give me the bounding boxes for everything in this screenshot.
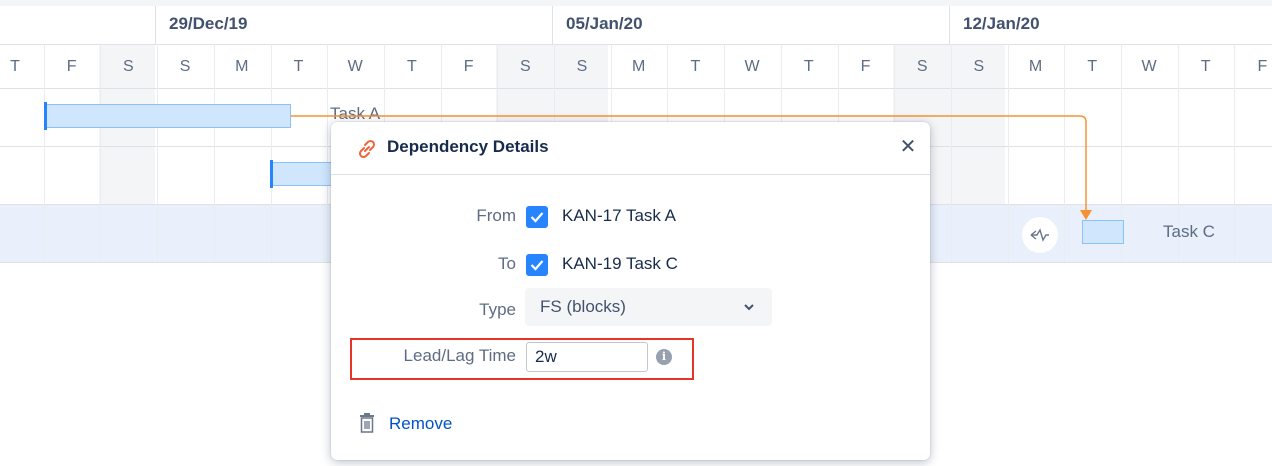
type-select-value: FS (blocks) xyxy=(540,297,626,316)
to-task: KAN-19 Task C xyxy=(562,254,678,273)
dependency-handle-icon[interactable] xyxy=(1022,217,1058,253)
lag-time-input[interactable] xyxy=(526,342,648,372)
from-label: From xyxy=(476,206,516,225)
lag-label: Lead/Lag Time xyxy=(403,346,516,365)
link-icon xyxy=(358,139,376,159)
check-icon xyxy=(530,212,544,223)
from-task: KAN-17 Task A xyxy=(562,206,677,225)
to-label: To xyxy=(498,254,516,273)
dependency-details-dialog: Dependency Details ✕ From KAN-17 Task A … xyxy=(331,122,930,460)
from-checkbox[interactable] xyxy=(526,206,548,228)
chevron-down-icon xyxy=(744,304,754,311)
info-icon[interactable]: i xyxy=(656,349,672,365)
close-icon[interactable]: ✕ xyxy=(897,136,919,158)
type-label: Type xyxy=(479,300,516,319)
type-select[interactable]: FS (blocks) xyxy=(525,288,772,326)
check-icon xyxy=(530,260,544,271)
trash-icon[interactable] xyxy=(358,413,376,433)
to-checkbox[interactable] xyxy=(526,254,548,276)
dialog-header: Dependency Details ✕ xyxy=(331,122,930,175)
remove-link[interactable]: Remove xyxy=(389,414,452,434)
dialog-title: Dependency Details xyxy=(387,137,549,156)
